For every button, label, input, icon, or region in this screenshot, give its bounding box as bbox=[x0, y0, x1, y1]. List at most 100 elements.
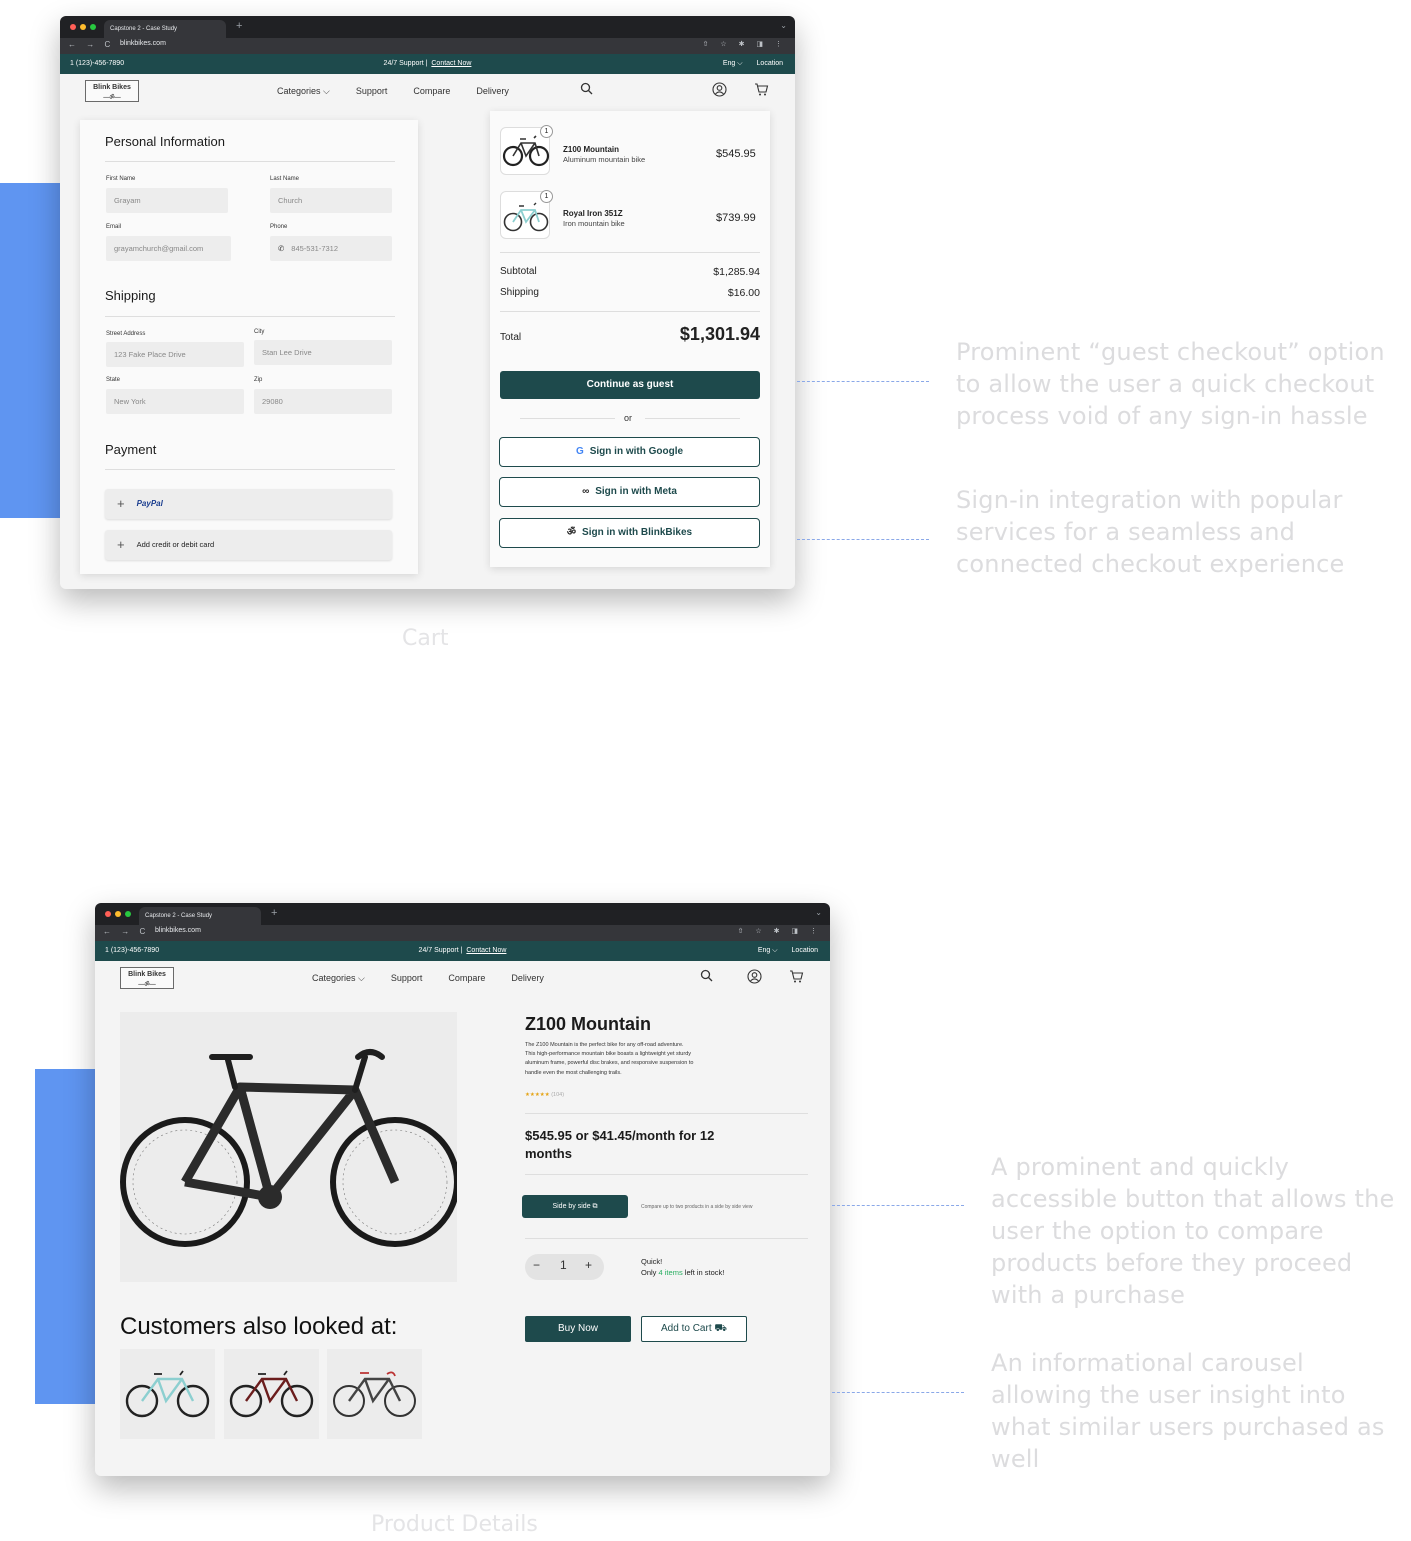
sign-in-blinkbikes-button[interactable]: ॐ Sign in with BlinkBikes bbox=[499, 518, 760, 548]
google-icon: G bbox=[575, 446, 584, 457]
annotation-line-guest bbox=[797, 381, 929, 382]
search-icon[interactable] bbox=[700, 969, 713, 985]
subtotal-label: Subtotal bbox=[500, 266, 537, 277]
language-select[interactable]: Eng ⌵ bbox=[723, 60, 743, 67]
search-icon[interactable] bbox=[580, 82, 593, 98]
browser-nav-icons[interactable]: ← → C bbox=[68, 40, 114, 49]
sign-in-google-button[interactable]: G Sign in with Google bbox=[499, 437, 760, 467]
divider bbox=[500, 252, 760, 253]
sign-in-meta-button[interactable]: ∞ Sign in with Meta bbox=[499, 477, 760, 507]
shipping-label: Shipping bbox=[500, 287, 539, 298]
shipping-title: Shipping bbox=[105, 288, 156, 303]
browser-nav-icons[interactable]: ← → C bbox=[103, 927, 149, 936]
account-icon[interactable] bbox=[747, 969, 762, 987]
language-select[interactable]: Eng ⌵ bbox=[758, 947, 778, 954]
topbar-support: 24/7 Support | Contact Now bbox=[418, 947, 507, 954]
nav-support[interactable]: Support bbox=[356, 86, 388, 96]
annotation-compare: A prominent and quickly accessible butto… bbox=[991, 1153, 1395, 1309]
card-option[interactable]: + Add credit or debit card bbox=[105, 530, 392, 560]
last-name-label: Last Name bbox=[270, 176, 300, 182]
zip-field[interactable]: 29080 bbox=[254, 389, 392, 414]
add-to-cart-button[interactable]: Add to Cart ⛟ bbox=[641, 1316, 747, 1342]
annotation-line-compare bbox=[832, 1205, 964, 1206]
cart-item-price: $739.99 bbox=[716, 212, 756, 224]
nav-categories[interactable]: Categories ⌵ bbox=[277, 86, 330, 96]
url-field[interactable]: blinkbikes.com bbox=[155, 927, 201, 934]
nav-compare[interactable]: Compare bbox=[448, 973, 485, 983]
increase-qty-button[interactable]: + bbox=[585, 1258, 592, 1272]
shipping-value: $16.00 bbox=[727, 287, 760, 299]
stock-count: 4 items bbox=[658, 1268, 683, 1277]
product-image[interactable] bbox=[120, 1012, 460, 1282]
carousel-item[interactable] bbox=[224, 1349, 319, 1439]
rating-stars[interactable]: ★★★★★ (104) bbox=[525, 1092, 564, 1098]
contact-now-link[interactable]: Contact Now bbox=[431, 60, 471, 67]
first-name-field[interactable]: Grayam bbox=[106, 188, 228, 213]
or-label: or bbox=[624, 413, 633, 423]
browser-toolbar-icons[interactable]: ⇧ ☆ ✱ ◨ ⋮ bbox=[703, 40, 787, 48]
carousel-item[interactable] bbox=[120, 1349, 215, 1439]
phone-field[interactable]: ✆ 845-531-7312 bbox=[270, 236, 392, 261]
location-link[interactable]: Location bbox=[757, 60, 783, 67]
bike-image bbox=[120, 1049, 460, 1247]
new-tab-button[interactable]: + bbox=[271, 907, 277, 919]
last-name-field[interactable]: Church bbox=[270, 188, 392, 213]
continue-as-guest-button[interactable]: Continue as guest bbox=[500, 371, 760, 399]
new-tab-button[interactable]: + bbox=[236, 20, 242, 32]
divider bbox=[525, 1238, 808, 1239]
paypal-option[interactable]: + PayPal bbox=[105, 489, 392, 519]
location-link[interactable]: Location bbox=[792, 947, 818, 954]
site-topbar: 1 (123)-456-7890 24/7 Support | Contact … bbox=[95, 941, 830, 961]
nav-delivery[interactable]: Delivery bbox=[511, 973, 544, 983]
buy-now-button[interactable]: Buy Now bbox=[525, 1316, 631, 1342]
email-field[interactable]: grayamchurch@gmail.com bbox=[106, 236, 231, 261]
bike-image bbox=[333, 1371, 416, 1417]
carousel-item[interactable] bbox=[327, 1349, 422, 1439]
email-label: Email bbox=[106, 224, 122, 230]
contact-now-link[interactable]: Contact Now bbox=[466, 947, 506, 954]
side-by-side-compare-button[interactable]: Side by side ⧉ bbox=[522, 1195, 628, 1218]
browser-tabbar: Capstone 2 - Case Study + ⌄ bbox=[95, 903, 830, 925]
qty-badge: 1 bbox=[540, 125, 553, 138]
logo-bike-icon: —ॐ— bbox=[138, 982, 156, 988]
address-bar: ← → C blinkbikes.com ⇧ ☆ ✱ ◨ ⋮ bbox=[60, 38, 795, 54]
cart-icon[interactable] bbox=[789, 969, 804, 987]
site-logo[interactable]: Blink Bikes —ॐ— bbox=[85, 80, 139, 102]
product-window: Capstone 2 - Case Study + ⌄ ← → C blinkb… bbox=[95, 903, 830, 1476]
cart-icon[interactable] bbox=[754, 82, 769, 100]
tab-menu-icon[interactable]: ⌄ bbox=[780, 21, 787, 30]
quantity-value[interactable]: 1 bbox=[560, 1258, 567, 1272]
accent-block-product bbox=[35, 1069, 99, 1404]
city-field[interactable]: Stan Lee Drive bbox=[254, 340, 392, 365]
bike-image bbox=[125, 1370, 210, 1418]
tab-menu-icon[interactable]: ⌄ bbox=[815, 908, 822, 917]
state-field[interactable]: New York bbox=[106, 389, 244, 414]
personal-info-title: Personal Information bbox=[105, 134, 225, 149]
annotation-signin: Sign-in integration with popular service… bbox=[956, 486, 1345, 578]
site-logo[interactable]: Blink Bikes —ॐ— bbox=[120, 967, 174, 989]
nav-compare[interactable]: Compare bbox=[413, 86, 450, 96]
nav-support[interactable]: Support bbox=[391, 973, 423, 983]
window-controls[interactable] bbox=[105, 911, 131, 917]
account-icon[interactable] bbox=[712, 82, 727, 100]
browser-tab[interactable]: Capstone 2 - Case Study bbox=[139, 907, 261, 925]
nav-delivery[interactable]: Delivery bbox=[476, 86, 509, 96]
browser-tab[interactable]: Capstone 2 - Case Study bbox=[104, 20, 226, 38]
review-count[interactable]: (104) bbox=[551, 1092, 564, 1098]
browser-toolbar-icons[interactable]: ⇧ ☆ ✱ ◨ ⋮ bbox=[738, 927, 822, 935]
product-price: $545.95 or $41.45/month for 12 months bbox=[525, 1128, 715, 1161]
street-field[interactable]: 123 Fake Place Drive bbox=[106, 342, 244, 367]
accent-block-cart bbox=[0, 183, 64, 518]
main-nav: Blink Bikes —ॐ— Categories ⌵ Support Compar… bbox=[95, 961, 830, 997]
nav-categories[interactable]: Categories ⌵ bbox=[312, 973, 365, 983]
cart-icon: ⛟ bbox=[714, 1323, 727, 1334]
bike-icon: ॐ bbox=[566, 527, 577, 538]
nav-links: Categories ⌵ Support Compare Delivery bbox=[277, 86, 535, 97]
decrease-qty-button[interactable]: − bbox=[533, 1258, 540, 1272]
url-field[interactable]: blinkbikes.com bbox=[120, 40, 166, 47]
phone-icon: ✆ bbox=[278, 244, 285, 253]
cart-item-price: $545.95 bbox=[716, 148, 756, 160]
divider bbox=[500, 311, 760, 312]
window-controls[interactable] bbox=[70, 24, 96, 30]
quantity-stepper[interactable]: − 1 + bbox=[525, 1254, 604, 1280]
